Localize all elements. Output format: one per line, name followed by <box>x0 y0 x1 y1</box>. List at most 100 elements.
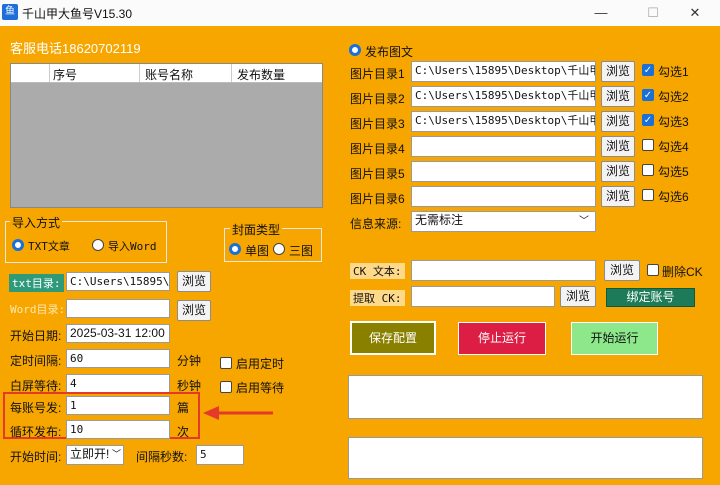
image-dir-checkbox-3[interactable]: ✓ <box>642 114 654 126</box>
grid-separator <box>49 64 50 82</box>
loop-input[interactable]: 10 <box>66 420 170 439</box>
radio-word[interactable] <box>92 239 104 251</box>
radio-triple[interactable] <box>273 243 285 255</box>
enable-wait-label: 启用等待 <box>236 381 285 395</box>
image-dir-check-label-1: 勾选1 <box>658 65 689 79</box>
white-wait-input[interactable]: 4 <box>66 374 170 393</box>
radio-txt-label: TXT文章 <box>28 240 70 253</box>
image-dir-browse-2[interactable]: 浏览 <box>601 86 635 107</box>
image-dir-browse-6[interactable]: 浏览 <box>601 186 635 207</box>
ck-text-label: CK 文本: <box>350 263 405 279</box>
grid-separator <box>139 64 140 82</box>
enable-timer-label: 启用定时 <box>236 357 285 371</box>
radio-txt[interactable] <box>12 239 24 251</box>
log-textarea-2[interactable] <box>348 437 703 479</box>
publish-radio-label: 发布图文 <box>365 45 414 59</box>
cover-group-title: 封面类型 <box>230 221 283 238</box>
interval-input[interactable]: 5 <box>196 445 244 465</box>
grid-header: 序号 账号名称 发布数量 <box>11 64 322 83</box>
radio-single[interactable] <box>229 243 241 255</box>
support-phone: 客服电话18620702119 <box>10 41 141 56</box>
extract-ck-browse-button[interactable]: 浏览 <box>560 286 596 307</box>
extract-ck-label: 提取 CK: <box>350 290 405 306</box>
image-dir-check-label-2: 勾选2 <box>658 90 689 104</box>
image-dir-browse-1[interactable]: 浏览 <box>601 61 635 82</box>
image-dir-checkbox-6[interactable] <box>642 189 654 201</box>
delete-ck-label: 删除CK <box>662 265 703 279</box>
minimize-button[interactable]: — <box>578 3 624 23</box>
image-dir-input-5[interactable] <box>411 161 596 182</box>
grid-header-account[interactable]: 账号名称 <box>145 66 193 83</box>
txt-browse-button[interactable]: 浏览 <box>177 271 211 292</box>
bind-account-button[interactable]: 绑定账号 <box>606 288 695 307</box>
log-textarea-1[interactable] <box>348 375 703 419</box>
ck-text-input[interactable] <box>411 260 596 281</box>
image-dir-browse-5[interactable]: 浏览 <box>601 161 635 182</box>
start-time-label: 开始时间: <box>10 450 62 464</box>
image-dir-label-6: 图片目录6 <box>350 192 405 206</box>
ck-text-browse-button[interactable]: 浏览 <box>604 260 640 281</box>
loop-unit: 次 <box>177 425 190 439</box>
image-dir-check-label-4: 勾选4 <box>658 140 689 154</box>
save-config-button[interactable]: 保存配置 <box>350 321 436 355</box>
word-dir-label: Word目录: <box>10 303 66 316</box>
radio-word-label: 导入Word <box>108 240 157 253</box>
word-dir-input[interactable] <box>66 299 170 318</box>
enable-wait-checkbox[interactable] <box>220 381 232 393</box>
timer-unit: 分钟 <box>177 354 202 368</box>
txt-dir-input[interactable]: C:\Users\15895\Des <box>66 272 170 291</box>
image-dir-checkbox-5[interactable] <box>642 164 654 176</box>
per-account-input[interactable]: 1 <box>66 396 170 415</box>
account-grid[interactable]: 序号 账号名称 发布数量 <box>10 63 323 208</box>
publish-radio[interactable] <box>349 44 361 56</box>
image-dir-check-label-5: 勾选5 <box>658 165 689 179</box>
chevron-down-icon: ﹀ <box>111 449 121 459</box>
image-dir-input-1[interactable]: C:\Users\15895\Desktop\千山甲大鱼 <box>411 61 596 82</box>
image-dir-label-2: 图片目录2 <box>350 92 405 106</box>
delete-ck-checkbox[interactable] <box>647 264 659 276</box>
app-icon: 鱼 <box>2 4 18 20</box>
image-dir-label-5: 图片目录5 <box>350 167 405 181</box>
maximize-button[interactable]: ☐ <box>630 3 676 23</box>
image-dir-browse-3[interactable]: 浏览 <box>601 111 635 132</box>
stop-button[interactable]: 停止运行 <box>458 322 546 355</box>
image-dir-input-3[interactable]: C:\Users\15895\Desktop\千山甲大鱼 <box>411 111 596 132</box>
grid-header-index[interactable]: 序号 <box>53 66 77 83</box>
image-dir-label-3: 图片目录3 <box>350 117 405 131</box>
image-dir-browse-4[interactable]: 浏览 <box>601 136 635 157</box>
source-select[interactable]: 无需标注 ﹀ <box>411 211 596 232</box>
word-browse-button[interactable]: 浏览 <box>177 300 211 321</box>
timer-input[interactable]: 60 <box>66 349 170 368</box>
start-date-label: 开始日期: <box>10 329 62 343</box>
interval-label: 间隔秒数: <box>136 450 188 464</box>
radio-triple-label: 三图 <box>289 244 314 258</box>
window-title: 千山甲大鱼号V15.30 <box>22 7 133 21</box>
close-button[interactable]: ✕ <box>672 3 718 23</box>
extract-ck-input[interactable] <box>411 286 555 307</box>
highlight-arrow-icon <box>203 406 273 420</box>
image-dir-input-2[interactable]: C:\Users\15895\Desktop\千山甲大鱼 <box>411 86 596 107</box>
enable-timer-checkbox[interactable] <box>220 357 232 369</box>
loop-label: 循环发布: <box>10 425 62 439</box>
chevron-down-icon: ﹀ <box>579 216 589 227</box>
source-label: 信息来源: <box>350 217 402 231</box>
per-account-label: 每账号发: <box>10 401 62 415</box>
start-date-input[interactable]: 2025-03-31 12:00 <box>66 324 170 343</box>
image-dir-check-label-6: 勾选6 <box>658 190 689 204</box>
image-dir-checkbox-1[interactable]: ✓ <box>642 64 654 76</box>
timer-label: 定时间隔: <box>10 354 62 368</box>
start-button[interactable]: 开始运行 <box>571 322 658 355</box>
image-dir-checkbox-2[interactable]: ✓ <box>642 89 654 101</box>
image-dir-input-4[interactable] <box>411 136 596 157</box>
grid-separator <box>231 64 232 82</box>
import-group-title: 导入方式 <box>10 214 63 231</box>
image-dir-checkbox-4[interactable] <box>642 139 654 151</box>
image-dir-input-6[interactable] <box>411 186 596 207</box>
start-time-value: 立即开! <box>70 447 110 461</box>
radio-single-label: 单图 <box>245 244 270 258</box>
per-account-unit: 篇 <box>177 401 190 415</box>
image-dir-label-4: 图片目录4 <box>350 142 405 156</box>
grid-header-count[interactable]: 发布数量 <box>237 66 285 83</box>
source-value: 无需标注 <box>415 213 464 227</box>
start-time-select[interactable]: 立即开! ﹀ <box>66 445 124 465</box>
